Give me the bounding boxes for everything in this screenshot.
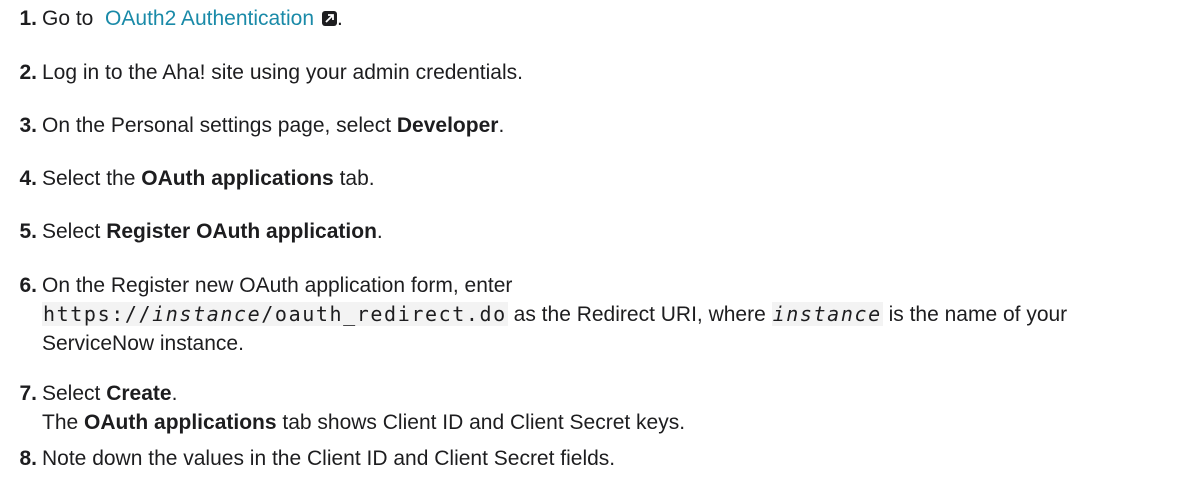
- step-number: 2.: [19, 61, 37, 84]
- step-number: 6.: [19, 274, 37, 297]
- step-number: 1.: [19, 7, 37, 30]
- step-number: 8.: [19, 447, 37, 470]
- step-number: 7.: [19, 382, 37, 405]
- step-text: Log in to the Aha! site using your admin…: [42, 61, 523, 84]
- step-number: 4.: [19, 167, 37, 190]
- ui-term: Register OAuth application: [106, 220, 377, 243]
- external-link-icon: [322, 11, 338, 26]
- instruction-steps: 1. Go to OAuth2 Authentication. 2. Log i…: [0, 0, 1183, 478]
- step-body: On the Personal settings page, select De…: [42, 114, 505, 137]
- step-number: 3.: [19, 114, 37, 137]
- ui-term: Developer: [396, 114, 499, 137]
- ui-term: OAuth applications: [141, 167, 334, 190]
- step-body: Go to OAuth2 Authentication.: [42, 7, 343, 30]
- instance-variable: instance: [771, 302, 883, 326]
- ui-term: OAuth applications: [84, 411, 277, 434]
- step-text: Note down the values in the Client ID an…: [42, 447, 616, 470]
- step-body: On the Register new OAuth application fo…: [42, 274, 1068, 355]
- step-body: Select the OAuth applications tab.: [42, 167, 375, 190]
- step-body: Select Register OAuth application.: [42, 220, 383, 243]
- step-body: Select Create. The OAuth applications tab…: [42, 382, 686, 434]
- ui-term: Create: [106, 382, 172, 405]
- oauth2-authentication-link[interactable]: OAuth2 Authentication: [105, 7, 338, 30]
- step-number: 5.: [19, 220, 37, 243]
- redirect-uri-code: https://instance/oauth_redirect.do: [42, 302, 508, 326]
